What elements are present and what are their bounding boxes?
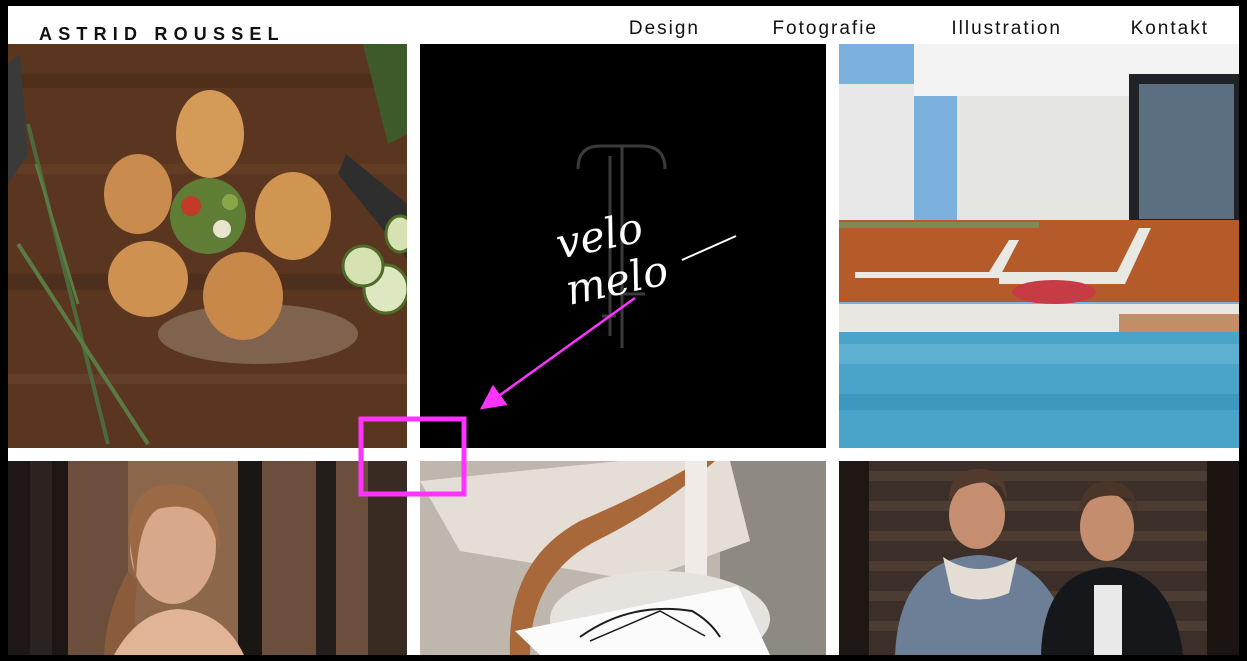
gallery-tile-logo[interactable]: velo melo [420,44,826,448]
two-men-photo [839,461,1239,655]
woman-portrait-photo [8,461,407,655]
gallery-tile-sketch[interactable] [420,461,826,655]
house-pool-photo [839,44,1239,448]
nav-item-illustration[interactable]: Illustration [951,18,1062,40]
food-photo [8,44,407,448]
nav-item-kontakt[interactable]: Kontakt [1131,18,1209,40]
velo-melo-logo: velo melo [420,44,826,448]
brand-logo[interactable]: ASTRID ROUSSEL [39,24,285,45]
gallery-tile-woman[interactable] [8,461,407,655]
gallery-tile-architecture[interactable] [839,44,1239,448]
gallery-tile-men[interactable] [839,461,1239,655]
nav-item-fotografie[interactable]: Fotografie [772,18,878,40]
sketch-photo [420,461,826,655]
gallery-tile-food[interactable] [8,44,407,448]
portfolio-page: ASTRID ROUSSEL Design Fotografie Illustr… [8,6,1239,655]
nav-item-design[interactable]: Design [629,18,700,40]
